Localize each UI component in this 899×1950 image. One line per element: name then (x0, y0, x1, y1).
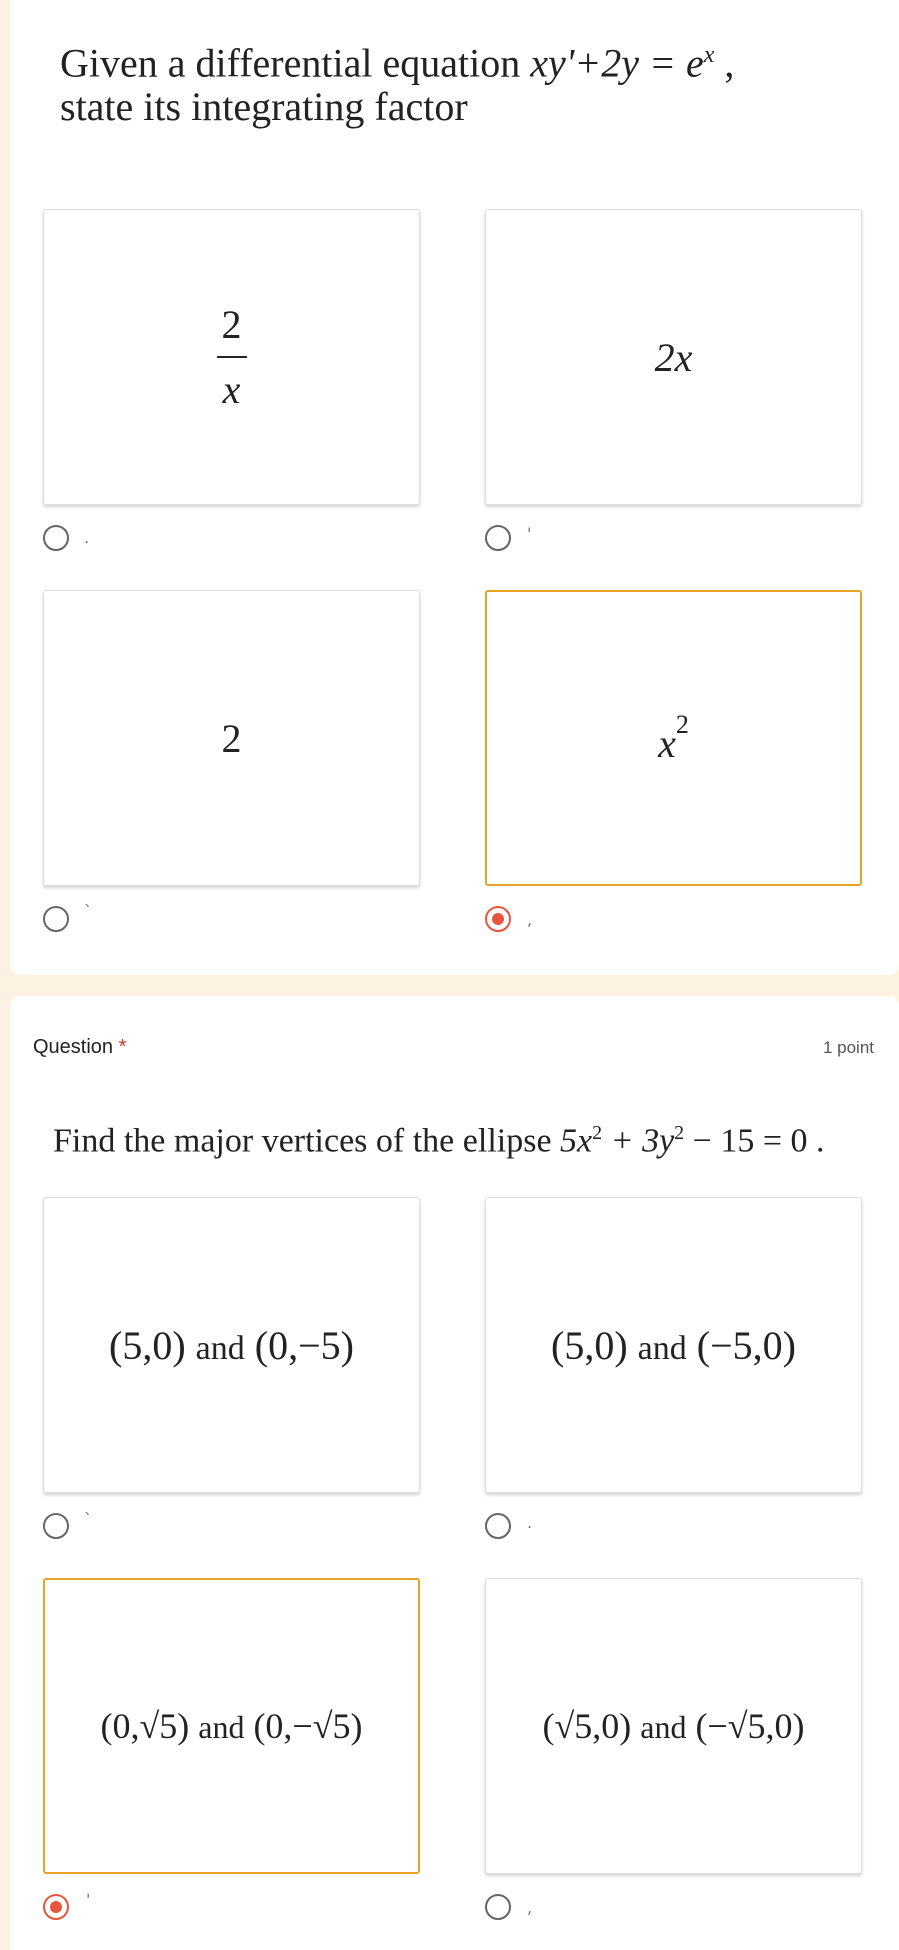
q2-option-c-mark: ' (86, 1890, 91, 1909)
q1-option-a-card[interactable]: 2 x (43, 209, 420, 505)
point-2: (0,−5) (254, 1322, 354, 1368)
fraction-2-over-x: 2 x (216, 301, 247, 413)
q1-option-d-radio[interactable] (485, 906, 511, 932)
q2-option-d-mark: , (527, 1898, 533, 1917)
question-label-text: Question (33, 1036, 114, 1058)
point-1: (√5,0) (542, 1706, 632, 1746)
and-word: and (195, 1329, 245, 1367)
q1-option-d-card[interactable]: x2 (485, 590, 862, 886)
q2-option-b-card[interactable]: (5,0) and (−5,0) (485, 1197, 862, 1493)
q1-option-a-mark: . (84, 528, 90, 547)
equation-term-3: − 15 = 0 . (684, 1122, 825, 1160)
question-2-label: Question * (33, 1036, 126, 1059)
question-card-1: Given a differential equation xy'+2y = e… (10, 0, 899, 975)
question-2-text: Find the major vertices of the ellipse 5… (53, 1122, 825, 1160)
q1-option-c-card[interactable]: 2 (43, 590, 420, 886)
q2-option-d-label: (√5,0) and (−√5,0) (543, 1705, 805, 1747)
q1-option-c-label: 2 (221, 715, 242, 761)
question-1-equation-exponent: x (703, 42, 715, 68)
equation-term-1: 5x (560, 1122, 593, 1160)
point-1: (0,√5) (100, 1706, 190, 1746)
question-1-text: Given a differential equation xy'+2y = e… (60, 40, 735, 86)
q1-option-b-card[interactable]: 2x (485, 209, 862, 505)
q2-option-c-card[interactable]: (0,√5) and (0,−√5) (43, 1578, 420, 1874)
q2-option-a-mark: ` (84, 1510, 92, 1529)
question-2-prompt: Find the major vertices of the ellipse (53, 1122, 561, 1160)
equation-term-2: + 3y (602, 1122, 675, 1160)
point-1: (5,0) (551, 1322, 628, 1368)
power-exponent: 2 (675, 709, 689, 739)
power-base: x (658, 720, 676, 766)
q2-option-a-card[interactable]: (5,0) and (0,−5) (43, 1197, 420, 1493)
q1-option-c-radio[interactable] (43, 906, 69, 932)
q1-option-b-mark: ' (527, 524, 532, 543)
point-1: (5,0) (109, 1322, 186, 1368)
point-2: (−5,0) (696, 1322, 796, 1368)
point-2: (0,−√5) (253, 1706, 363, 1746)
point-2: (−√5,0) (695, 1706, 805, 1746)
q1-option-a-radio[interactable] (43, 525, 69, 551)
q2-option-d-radio[interactable] (485, 1894, 511, 1920)
q2-option-a-label: (5,0) and (0,−5) (109, 1322, 354, 1369)
q2-option-b-radio[interactable] (485, 1513, 511, 1539)
and-word: and (198, 1709, 245, 1745)
q2-option-b-mark: . (527, 1513, 533, 1532)
q2-option-a-radio[interactable] (43, 1513, 69, 1539)
fraction-denominator: x (222, 367, 241, 412)
and-word: and (637, 1329, 687, 1367)
question-1-line2: state its integrating factor (60, 84, 468, 129)
q2-option-c-label: (0,√5) and (0,−√5) (101, 1705, 363, 1747)
question-1-line1: Given a differential equation (60, 40, 531, 86)
q1-option-d-mark: , (527, 910, 533, 929)
q1-option-c-mark: ` (84, 902, 92, 921)
question-1-equation: xy'+2y = e (530, 40, 704, 86)
and-word: and (640, 1709, 687, 1745)
q2-option-d-card[interactable]: (√5,0) and (−√5,0) (485, 1578, 862, 1874)
q1-option-b-label: 2x (654, 334, 693, 380)
question-2-points: 1 point (822, 1038, 874, 1057)
q2-option-c-radio[interactable] (43, 1894, 69, 1920)
q2-option-b-label: (5,0) and (−5,0) (551, 1322, 796, 1369)
fraction-numerator: 2 (221, 302, 242, 347)
required-asterisk: * (118, 1036, 127, 1058)
q1-option-d-label: x2 (658, 710, 689, 767)
fraction-bar (216, 356, 247, 358)
q1-option-b-radio[interactable] (485, 525, 511, 551)
